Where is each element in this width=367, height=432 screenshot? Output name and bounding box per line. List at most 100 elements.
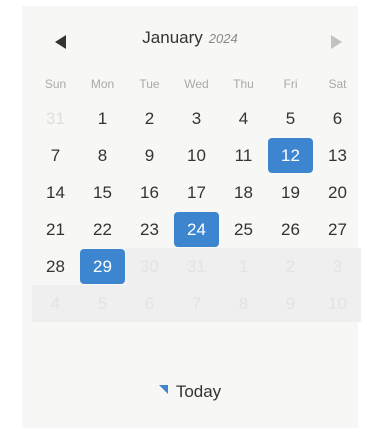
day-cell[interactable]: 3 bbox=[173, 100, 220, 137]
day-cell[interactable]: 19 bbox=[267, 174, 314, 211]
day-cell[interactable]: 20 bbox=[314, 174, 361, 211]
day-number: 15 bbox=[93, 183, 112, 202]
day-number: 22 bbox=[93, 220, 112, 239]
day-number: 2 bbox=[144, 109, 155, 128]
day-number: 3 bbox=[332, 257, 343, 276]
weekday-tue: Tue bbox=[139, 77, 160, 91]
day-cell[interactable]: 5 bbox=[267, 100, 314, 137]
day-number: 1 bbox=[97, 109, 108, 128]
day-number: 5 bbox=[97, 294, 108, 313]
weekday-fri: Fri bbox=[283, 77, 298, 91]
day-cell[interactable]: 15 bbox=[79, 174, 126, 211]
day-cell[interactable]: 16 bbox=[126, 174, 173, 211]
day-cell[interactable]: 9 bbox=[126, 137, 173, 174]
day-number: 10 bbox=[187, 146, 206, 165]
day-cell[interactable]: 13 bbox=[314, 137, 361, 174]
day-cell[interactable]: 14 bbox=[32, 174, 79, 211]
day-grid: 31 1 2 3 4 5 6 7 8 9 10 11 12 13 14 15 16 17 18 19 20 21 22 23 2… bbox=[32, 100, 361, 322]
day-number: 27 bbox=[328, 220, 347, 239]
day-cell: 7 bbox=[173, 285, 220, 322]
day-number: 7 bbox=[191, 294, 202, 313]
day-cell: 31 bbox=[173, 248, 220, 285]
day-number: 25 bbox=[234, 220, 253, 239]
day-number: 20 bbox=[328, 183, 347, 202]
day-cell: 6 bbox=[126, 285, 173, 322]
corner-triangle-icon bbox=[158, 385, 168, 395]
month-label: January bbox=[142, 28, 203, 47]
day-cell[interactable]: 31 bbox=[32, 100, 79, 137]
day-cell[interactable]: 2 bbox=[126, 100, 173, 137]
day-cell[interactable]: 17 bbox=[173, 174, 220, 211]
day-number: 5 bbox=[285, 109, 296, 128]
day-number: 6 bbox=[144, 294, 155, 313]
month-year-title: January 2024 bbox=[22, 28, 358, 48]
day-cell[interactable]: 6 bbox=[314, 100, 361, 137]
day-cell[interactable]: 27 bbox=[314, 211, 361, 248]
day-number: 19 bbox=[281, 183, 300, 202]
day-cell[interactable]: 23 bbox=[126, 211, 173, 248]
day-cell: 2 bbox=[267, 248, 314, 285]
today-label: Today bbox=[175, 382, 222, 401]
day-cell[interactable]: 10 bbox=[173, 137, 220, 174]
day-cell: 1 bbox=[220, 248, 267, 285]
day-cell: 30 bbox=[126, 248, 173, 285]
day-number: 11 bbox=[234, 146, 253, 165]
day-cell[interactable]: 7 bbox=[32, 137, 79, 174]
day-number: 9 bbox=[285, 294, 296, 313]
day-number: 12 bbox=[281, 146, 300, 165]
day-number: 30 bbox=[140, 257, 159, 276]
weekday-sun: Sun bbox=[44, 77, 67, 91]
weekday-header-row: Sun Mon Tue Wed Thu Fri Sat bbox=[32, 72, 361, 96]
day-number: 10 bbox=[328, 294, 347, 313]
day-cell[interactable]: 12 bbox=[267, 137, 314, 174]
day-number: 26 bbox=[281, 220, 300, 239]
day-cell: 3 bbox=[314, 248, 361, 285]
chevron-right-icon bbox=[330, 35, 342, 49]
day-cell[interactable]: 24 bbox=[173, 211, 220, 248]
day-number: 6 bbox=[332, 109, 343, 128]
weekday-wed: Wed bbox=[184, 77, 209, 91]
day-number: 4 bbox=[238, 109, 249, 128]
day-number: 21 bbox=[46, 220, 65, 239]
weekday-thu: Thu bbox=[233, 77, 254, 91]
day-cell[interactable]: 1 bbox=[79, 100, 126, 137]
day-cell[interactable]: 22 bbox=[79, 211, 126, 248]
day-cell[interactable]: 18 bbox=[220, 174, 267, 211]
day-number: 23 bbox=[140, 220, 159, 239]
day-cell: 4 bbox=[32, 285, 79, 322]
day-cell[interactable]: 25 bbox=[220, 211, 267, 248]
day-number: 2 bbox=[285, 257, 296, 276]
day-number: 29 bbox=[93, 257, 112, 276]
day-cell[interactable]: 26 bbox=[267, 211, 314, 248]
day-cell[interactable]: 28 bbox=[32, 248, 79, 285]
day-cell[interactable]: 29 bbox=[79, 248, 126, 285]
calendar-panel: January 2024 Sun Mon Tue Wed Thu Fri Sat … bbox=[22, 6, 361, 428]
day-number: 31 bbox=[187, 257, 206, 276]
day-number: 13 bbox=[328, 146, 347, 165]
day-cell[interactable]: 8 bbox=[79, 137, 126, 174]
calendar-header: January 2024 bbox=[22, 6, 358, 70]
day-cell[interactable]: 4 bbox=[220, 100, 267, 137]
day-number: 14 bbox=[46, 183, 65, 202]
day-number: 16 bbox=[140, 183, 159, 202]
weekday-mon: Mon bbox=[90, 77, 115, 91]
day-number: 31 bbox=[46, 109, 65, 128]
next-month-button[interactable] bbox=[324, 30, 348, 54]
day-number: 3 bbox=[191, 109, 202, 128]
year-label: 2024 bbox=[208, 31, 238, 46]
day-number: 8 bbox=[238, 294, 249, 313]
day-number: 1 bbox=[238, 257, 249, 276]
day-number: 17 bbox=[187, 183, 206, 202]
weekday-sat: Sat bbox=[328, 77, 347, 91]
day-cell: 9 bbox=[267, 285, 314, 322]
day-cell[interactable]: 21 bbox=[32, 211, 79, 248]
day-number: 7 bbox=[50, 146, 61, 165]
day-cell: 8 bbox=[220, 285, 267, 322]
day-number: 28 bbox=[46, 257, 65, 276]
day-cell: 5 bbox=[79, 285, 126, 322]
today-button[interactable]: Today bbox=[22, 382, 358, 402]
day-number: 9 bbox=[144, 146, 155, 165]
day-number: 18 bbox=[234, 183, 253, 202]
day-cell[interactable]: 11 bbox=[220, 137, 267, 174]
day-number: 24 bbox=[187, 220, 206, 239]
